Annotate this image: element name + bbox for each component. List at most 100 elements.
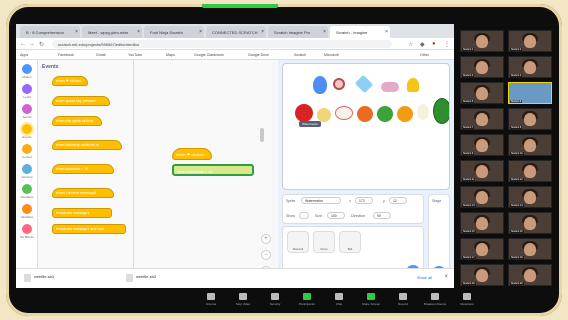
palette-block[interactable]: when space key pressed: [52, 96, 110, 106]
close-icon[interactable]: ×: [385, 29, 388, 35]
participant-tile[interactable]: Student 9: [460, 134, 504, 156]
category-events[interactable]: [22, 124, 32, 134]
zoom-out-icon[interactable]: −: [261, 250, 271, 260]
direction-input[interactable]: 90: [373, 212, 391, 219]
breakout-rooms-button[interactable]: Breakout Rooms: [420, 293, 450, 306]
palette-block[interactable]: when ⚑ clicked: [52, 76, 88, 86]
close-icon[interactable]: ×: [75, 29, 78, 35]
category-motion[interactable]: [22, 64, 32, 74]
category-looks[interactable]: [22, 84, 32, 94]
bookmark[interactable]: Maps: [166, 53, 175, 57]
participant-tile[interactable]: Student 2: [508, 30, 552, 52]
participant-tile[interactable]: Student 13: [460, 186, 504, 208]
participant-tile[interactable]: Student 1: [460, 30, 504, 52]
bookmark[interactable]: Gmail: [96, 53, 105, 57]
palette-block[interactable]: when this sprite clicked: [52, 116, 102, 126]
participants-button[interactable]: Participants: [292, 293, 322, 306]
extensions-icon[interactable]: ◆: [420, 41, 425, 48]
orange-sprite[interactable]: [357, 106, 373, 122]
category-my-blocks[interactable]: [22, 224, 32, 234]
participant-tile[interactable]: Student 14: [508, 186, 552, 208]
workspace-block-selected[interactable]: when loudness > 10: [172, 164, 254, 176]
close-icon[interactable]: ×: [323, 29, 326, 35]
zoom-in-icon[interactable]: +: [261, 234, 271, 244]
bookmark[interactable]: Other: [420, 53, 429, 57]
chat-button[interactable]: Chat: [324, 293, 354, 306]
apple-sprite[interactable]: [295, 104, 313, 122]
bell-sprite[interactable]: [407, 78, 419, 92]
browser-tab[interactable]: B · 8 Comprehension ×: [20, 26, 80, 38]
participant-tile[interactable]: Student 16: [508, 212, 552, 234]
browser-tab[interactable]: CONNECTED SCRATCH ×: [206, 26, 266, 38]
palette-block[interactable]: when I receive message1: [52, 188, 114, 198]
participant-tile[interactable]: Student 5: [460, 82, 504, 104]
balloon-sprite[interactable]: [313, 76, 327, 94]
sprite-name-input[interactable]: Watermelon: [301, 197, 341, 204]
download-item[interactable]: webfile.sb3: [126, 274, 156, 282]
download-item[interactable]: webfile.sb3: [24, 274, 54, 282]
palette-block[interactable]: when loudness > 10: [52, 164, 114, 174]
watermelon-sprite[interactable]: [433, 98, 449, 124]
egg-sprite[interactable]: [417, 104, 429, 120]
browser-tab-active[interactable]: Scratch - Imagine ×: [330, 26, 390, 38]
bookmark[interactable]: Microsoft: [324, 53, 339, 57]
show-toggle[interactable]: [299, 212, 309, 219]
browser-tab[interactable]: Fruit Ninja Scratch ×: [144, 26, 204, 38]
size-input[interactable]: 100: [327, 212, 345, 219]
participant-tile[interactable]: Student 4: [508, 56, 552, 78]
bookmark[interactable]: Apps: [20, 53, 28, 57]
menu-kebab-icon[interactable]: ⋮: [444, 41, 450, 48]
kiwi-sprite[interactable]: [377, 106, 393, 122]
close-icon[interactable]: ×: [137, 29, 140, 35]
profile-icon[interactable]: ●: [432, 41, 436, 47]
participant-tile[interactable]: Student 12: [508, 160, 552, 182]
workspace-block[interactable]: when ⚑ clicked: [172, 148, 212, 160]
show-all-downloads-link[interactable]: Show all: [417, 275, 432, 280]
bookmark[interactable]: Google Classroom: [194, 53, 224, 57]
participant-tile[interactable]: Student 19: [460, 264, 504, 286]
palette-block[interactable]: when backdrop switches to: [52, 140, 122, 150]
code-workspace[interactable]: when ⚑ clicked when loudness > 10 + − =: [134, 60, 278, 288]
participant-tile[interactable]: Student 15: [460, 212, 504, 234]
y-input[interactable]: 12: [389, 197, 407, 204]
sprite-thumb[interactable]: Diamond: [287, 231, 309, 253]
forward-arrow-icon[interactable]: →: [29, 41, 35, 47]
orange-slice-sprite[interactable]: [397, 106, 413, 122]
bookmark[interactable]: Scratch: [294, 53, 306, 57]
workspace-scrollbar[interactable]: [260, 128, 264, 142]
participant-tile[interactable]: Student 10: [508, 134, 552, 156]
palette-block[interactable]: broadcast message1 and wait: [52, 224, 126, 234]
category-operators[interactable]: [22, 184, 32, 194]
participant-tile[interactable]: Student 11: [460, 160, 504, 182]
category-sensing[interactable]: [22, 164, 32, 174]
participant-tile[interactable]: Student 8: [508, 108, 552, 130]
browser-tab[interactable]: Scratch Imagine Pro ×: [268, 26, 328, 38]
bookmark[interactable]: Google Drive: [248, 53, 269, 57]
star-icon[interactable]: ☆: [408, 41, 413, 48]
participant-tile[interactable]: Student 18: [508, 238, 552, 260]
bookmark[interactable]: YouTube: [128, 53, 142, 57]
category-variables[interactable]: [22, 204, 32, 214]
sprite-thumb[interactable]: Donut: [313, 231, 335, 253]
category-sound[interactable]: [22, 104, 32, 114]
share-screen-button[interactable]: Share Screen: [356, 293, 386, 306]
stage[interactable]: Watermelon: [282, 63, 450, 190]
close-icon[interactable]: ×: [199, 29, 202, 35]
cake-sprite[interactable]: [381, 82, 399, 92]
url-field[interactable]: scratch.mit.edu/projects/596567/editor/#…: [52, 40, 392, 48]
reactions-button[interactable]: Reactions: [452, 293, 482, 306]
participant-tile[interactable]: Student 20: [508, 264, 552, 286]
record-button[interactable]: Record: [388, 293, 418, 306]
diamond-sprite[interactable]: [354, 74, 374, 94]
participant-tile-active[interactable]: Student 6: [508, 82, 552, 104]
close-icon[interactable]: ×: [261, 29, 264, 35]
candy-sprite[interactable]: [335, 106, 353, 120]
participant-tile[interactable]: Student 17: [460, 238, 504, 260]
bookmark[interactable]: Facebook: [58, 53, 74, 57]
close-icon[interactable]: ×: [444, 274, 448, 280]
palette-block[interactable]: broadcast message1: [52, 208, 112, 218]
browser-tab[interactable]: Meet - wpxg-ybm-wkm ×: [82, 26, 142, 38]
x-input[interactable]: 173: [355, 197, 373, 204]
reload-icon[interactable]: ↻: [39, 41, 44, 48]
video-button[interactable]: Stop Video: [228, 293, 258, 306]
